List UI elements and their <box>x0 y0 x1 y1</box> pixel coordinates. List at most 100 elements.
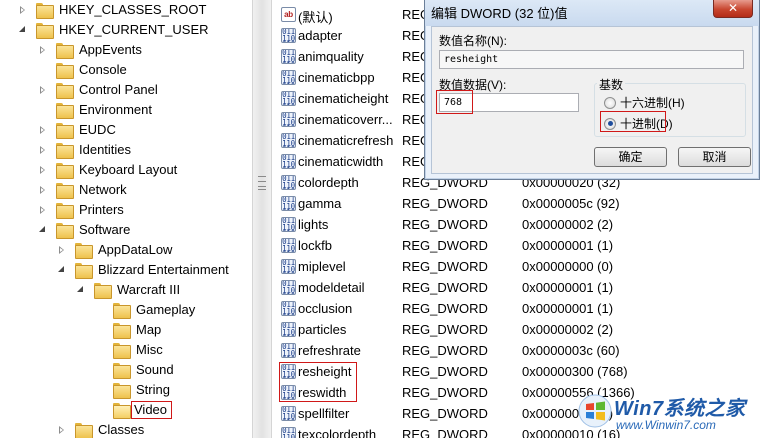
tree-item[interactable]: Map <box>95 320 163 340</box>
registry-key-tree[interactable]: HKEY_CLASSES_ROOT HKEY_CURRENT_USER AppEve… <box>0 0 252 438</box>
tree-item[interactable]: HKEY_CLASSES_ROOT <box>18 0 208 20</box>
tree-item-label: Keyboard Layout <box>79 162 178 177</box>
highlight-decimal-option <box>600 111 666 132</box>
radio-hex-circle[interactable] <box>604 96 616 109</box>
tree-item-label: Identities <box>79 142 132 157</box>
binary-value-icon: 011 110 010 <box>281 280 296 295</box>
folder-icon <box>94 283 112 299</box>
radio-hexadecimal[interactable]: 十六进制(H) <box>604 94 685 111</box>
value-row[interactable]: 011 110 010lights REG_DWORD 0x00000002 (2) <box>272 214 760 235</box>
ok-button[interactable]: 确定 <box>594 147 667 167</box>
cancel-button[interactable]: 取消 <box>678 147 751 167</box>
value-type: REG_DWORD <box>402 364 488 379</box>
tree-item-label: HKEY_CURRENT_USER <box>59 22 209 37</box>
highlight-resheight-reswidth <box>279 362 357 402</box>
binary-value-icon: 011 110 010 <box>281 70 296 85</box>
tree-item[interactable]: Network <box>38 180 129 200</box>
binary-value-icon: 011 110 010 <box>281 238 296 253</box>
expand-arrow-icon[interactable] <box>38 185 48 195</box>
binary-value-icon: 011 110 010 <box>281 217 296 232</box>
value-type: REG_DWORD <box>402 217 488 232</box>
expand-arrow-icon[interactable] <box>38 145 48 155</box>
tree-item[interactable]: Printers <box>38 200 126 220</box>
binary-value-icon: 011 110 010 <box>281 427 296 438</box>
value-row[interactable]: 011 110 010refreshrate REG_DWORD 0x0000003… <box>272 340 760 361</box>
binary-value-icon: 011 110 010 <box>281 322 296 337</box>
folder-icon <box>36 3 54 19</box>
expand-arrow-icon[interactable] <box>38 205 48 215</box>
no-expander <box>38 105 48 115</box>
pane-splitter[interactable] <box>252 0 272 438</box>
tree-item[interactable]: Software <box>38 220 132 240</box>
no-expander <box>95 305 105 315</box>
tree-item[interactable]: Blizzard Entertainment <box>57 260 231 280</box>
value-name: particles <box>298 322 347 337</box>
expand-arrow-icon[interactable] <box>18 5 28 15</box>
value-type: REG_DWORD <box>402 406 488 421</box>
binary-value-icon: 011 110 010 <box>281 406 296 421</box>
tree-item-label: Network <box>79 182 127 197</box>
tree-item-label: Warcraft III <box>117 282 181 297</box>
tree-item[interactable]: EUDC <box>38 120 118 140</box>
highlight-value-data <box>436 90 473 114</box>
tree-item-label: Video <box>131 401 173 419</box>
tree-item[interactable]: HKEY_CURRENT_USER <box>18 20 211 40</box>
tree-item[interactable]: Gameplay <box>95 300 197 320</box>
tree-item[interactable]: Control Panel <box>38 80 160 100</box>
expand-arrow-icon[interactable] <box>57 245 67 255</box>
tree-item[interactable]: Classes <box>57 420 146 438</box>
value-row[interactable]: 011 110 010modeldetail REG_DWORD 0x0000000… <box>272 277 760 298</box>
binary-value-icon: 011 110 010 <box>281 301 296 316</box>
value-row[interactable]: 011 110 010occlusion REG_DWORD 0x00000001 … <box>272 298 760 319</box>
tree-item[interactable]: Identities <box>38 140 133 160</box>
tree-item-label: Sound <box>136 362 174 377</box>
binary-value-icon: 011 110 010 <box>281 343 296 358</box>
expand-arrow-icon[interactable] <box>57 425 67 435</box>
value-row[interactable]: 011 110 010lockfb REG_DWORD 0x00000001 (1) <box>272 235 760 256</box>
value-data: 0x0000005c (92) <box>522 196 620 211</box>
no-expander <box>95 365 105 375</box>
value-name: occlusion <box>298 301 353 316</box>
collapse-arrow-icon[interactable] <box>57 265 67 275</box>
expand-arrow-icon[interactable] <box>38 165 48 175</box>
value-type: REG_DWORD <box>402 301 488 316</box>
tree-item-label: Software <box>79 222 131 237</box>
tree-item-label: Classes <box>98 422 145 437</box>
tree-item[interactable]: AppEvents <box>38 40 144 60</box>
expand-arrow-icon[interactable] <box>38 45 48 55</box>
collapse-arrow-icon[interactable] <box>18 25 28 35</box>
value-row[interactable]: 011 110 010miplevel REG_DWORD 0x00000000 (… <box>272 256 760 277</box>
value-data: 0x00000001 (1) <box>522 301 614 316</box>
value-name: gamma <box>298 196 342 211</box>
tree-item[interactable]: AppDataLow <box>57 240 174 260</box>
tree-item[interactable]: Environment <box>38 100 154 120</box>
expand-arrow-icon[interactable] <box>38 125 48 135</box>
tree-item-label: String <box>136 382 170 397</box>
tree-item[interactable]: Sound <box>95 360 176 380</box>
tree-item[interactable]: Misc <box>95 340 165 360</box>
tree-item[interactable]: Console <box>38 60 129 80</box>
value-row[interactable]: 011 110 010particles REG_DWORD 0x00000002 … <box>272 319 760 340</box>
tree-item-label: Control Panel <box>79 82 158 97</box>
tree-item[interactable]: Keyboard Layout <box>38 160 179 180</box>
expand-arrow-icon[interactable] <box>38 85 48 95</box>
value-name: colordepth <box>298 175 359 190</box>
value-row[interactable]: 011 110 010gamma REG_DWORD 0x0000005c (92) <box>272 193 760 214</box>
splitter-grip[interactable] <box>258 176 266 190</box>
value-name-field[interactable]: resheight <box>439 50 744 69</box>
value-type: REG_DWORD <box>402 238 488 253</box>
value-data: 0x00000001 (1) <box>522 238 614 253</box>
tree-item[interactable]: String <box>95 380 172 400</box>
watermark-url: www.Winwin7.com <box>616 418 716 432</box>
tree-item[interactable]: Video <box>95 400 173 420</box>
dialog-titlebar[interactable]: 编辑 DWORD (32 位)值 ✕ <box>425 0 759 26</box>
value-name: modeldetail <box>298 280 365 295</box>
collapse-arrow-icon[interactable] <box>76 285 86 295</box>
folder-icon <box>36 23 54 39</box>
tree-item[interactable]: Warcraft III <box>76 280 182 300</box>
value-data: 0x00000002 (2) <box>522 322 614 337</box>
collapse-arrow-icon[interactable] <box>38 225 48 235</box>
close-button[interactable]: ✕ <box>713 0 753 18</box>
folder-icon <box>56 203 74 219</box>
binary-value-icon: 011 110 010 <box>281 154 296 169</box>
